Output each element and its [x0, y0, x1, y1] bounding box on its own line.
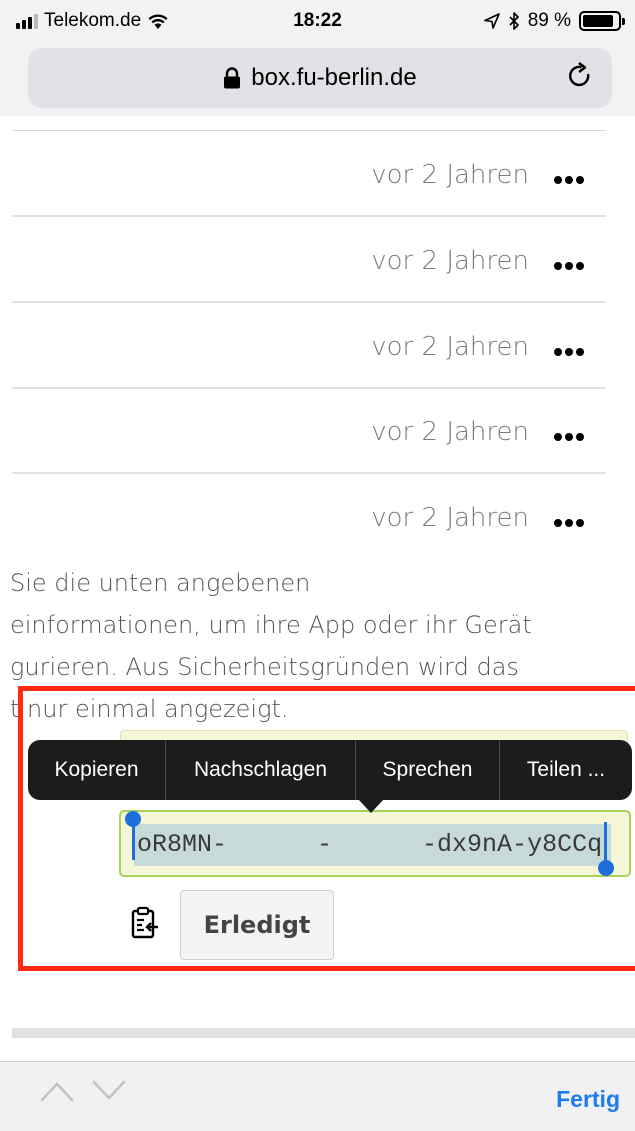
clipboard-copy-icon[interactable] — [130, 906, 160, 940]
address-bar[interactable]: box.fu-berlin.de — [28, 48, 612, 108]
list-divider — [12, 130, 606, 131]
location-arrow-icon — [483, 13, 500, 29]
next-field-icon[interactable] — [92, 1080, 126, 1102]
app-password-field[interactable]: oR8MN- - -dx9nA-y8CCq — [119, 810, 631, 877]
item-modified-time: vor 2 Jahren — [371, 417, 529, 447]
info-line: einformationen, um ihre App oder ihr Ger… — [10, 611, 532, 639]
url-text: box.fu-berlin.de — [251, 64, 417, 91]
form-navigation-toolbar: Fertig — [0, 1061, 635, 1131]
more-options-icon[interactable] — [554, 176, 584, 184]
browser-address-area: box.fu-berlin.de — [0, 44, 635, 116]
fertig-button[interactable]: Fertig — [556, 1086, 620, 1113]
reload-icon[interactable] — [566, 62, 594, 92]
done-button[interactable]: Erledigt — [180, 890, 334, 960]
info-line: gurieren. Aus Sicherheitsgründen wird da… — [10, 653, 519, 681]
text-context-menu: Kopieren Nachschlagen Sprechen Teilen ..… — [28, 740, 632, 800]
lock-icon — [224, 67, 241, 89]
previous-field-icon[interactable] — [40, 1080, 74, 1102]
item-modified-time: vor 2 Jahren — [371, 160, 529, 190]
info-line: Sie die unten angebenen — [10, 569, 311, 597]
context-menu-pointer — [358, 799, 384, 813]
item-modified-time: vor 2 Jahren — [371, 503, 529, 533]
speak-menu-item[interactable]: Sprechen — [356, 740, 500, 800]
lookup-menu-item[interactable]: Nachschlagen — [166, 740, 356, 800]
list-item[interactable]: vor 2 Jahren — [12, 475, 606, 560]
app-password-value: oR8MN- - -dx9nA-y8CCq — [137, 830, 603, 859]
battery-percentage: 89 % — [527, 10, 571, 31]
list-item[interactable]: vor 2 Jahren — [12, 304, 606, 389]
content-bottom-strip — [12, 1028, 635, 1038]
status-right: 89 % — [483, 10, 625, 32]
selection-start-bar — [132, 820, 135, 860]
list-item[interactable]: vor 2 Jahren — [12, 389, 606, 474]
more-options-icon[interactable] — [554, 262, 584, 270]
share-menu-item[interactable]: Teilen ... — [500, 740, 632, 800]
selection-end-handle[interactable] — [598, 860, 614, 876]
more-options-icon[interactable] — [554, 348, 584, 356]
bluetooth-icon — [509, 12, 519, 30]
status-bar: Telekom.de 18:22 89 % — [0, 0, 635, 44]
copy-menu-item[interactable]: Kopieren — [28, 740, 166, 800]
battery-icon — [579, 11, 625, 31]
more-options-icon[interactable] — [554, 433, 584, 441]
item-modified-time: vor 2 Jahren — [371, 246, 529, 276]
item-modified-time: vor 2 Jahren — [371, 332, 529, 362]
list-item[interactable]: vor 2 Jahren — [12, 218, 606, 303]
more-options-icon[interactable] — [554, 519, 584, 527]
list-item[interactable]: vor 2 Jahren — [12, 132, 606, 217]
